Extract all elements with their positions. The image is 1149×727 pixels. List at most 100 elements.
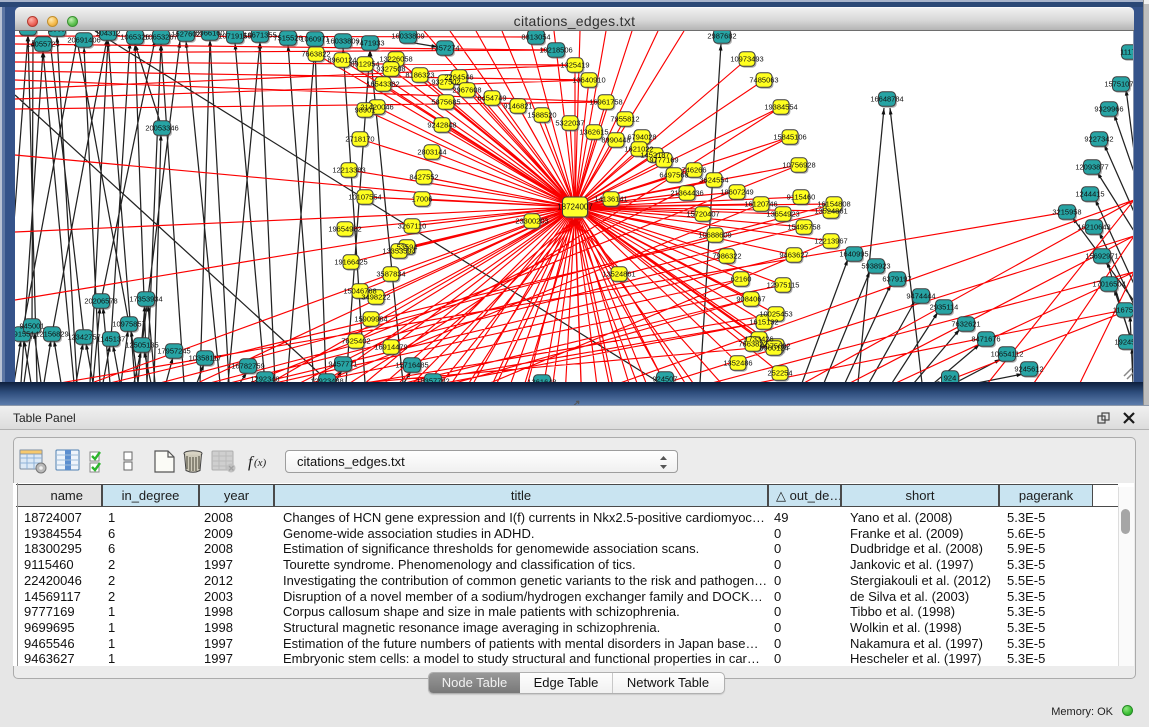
svg-text:8960124: 8960124 [759,344,788,353]
svg-text:(x): (x) [254,457,267,469]
svg-text:10688609: 10688609 [698,231,731,240]
svg-text:16671355: 16671355 [243,31,276,40]
svg-text:116753: 116753 [1113,306,1134,315]
svg-text:1145137: 1145137 [97,335,126,344]
svg-text:12093877: 12093877 [1075,163,1108,172]
svg-text:3267110: 3267110 [398,222,427,231]
svg-text:12213383: 12213383 [332,166,365,175]
svg-text:5875685: 5875685 [431,98,460,107]
svg-text:15495758: 15495758 [787,223,820,232]
svg-text:9242848: 9242848 [427,121,456,130]
svg-text:10975857: 10975857 [112,320,145,329]
svg-text:7955812: 7955812 [610,115,639,124]
svg-text:9115460: 9115460 [787,193,816,202]
svg-text:1352486: 1352486 [723,359,752,368]
svg-text:13654923: 13654923 [766,210,799,219]
svg-text:14055724: 14055724 [26,40,59,49]
svg-text:9084067: 9084067 [736,295,765,304]
svg-text:19654982: 19654982 [328,225,361,234]
svg-text:20206578: 20206578 [84,297,117,306]
svg-text:16914479: 16914479 [374,343,407,352]
svg-text:8454749: 8454749 [477,94,506,103]
svg-text:15716485: 15716485 [395,361,428,370]
svg-text:16154808: 16154808 [817,200,850,209]
svg-text:3587834: 3587834 [376,270,405,279]
svg-text:98901: 98901 [355,106,376,115]
svg-text:12156829: 12156829 [35,330,68,339]
svg-text:62160: 62160 [731,275,752,284]
svg-text:18607249: 18607249 [720,188,753,197]
svg-text:9327508: 9327508 [376,65,405,74]
svg-text:9474444: 9474444 [906,292,935,301]
svg-text:2069: 2069 [49,31,66,34]
svg-text:19218506: 19218506 [539,46,572,55]
svg-text:8912954: 8912954 [350,60,379,69]
svg-text:5938923: 5938923 [861,262,890,271]
svg-text:924: 924 [944,374,957,383]
svg-text:8813054: 8813054 [521,33,550,42]
svg-text:7485063: 7485063 [749,76,778,85]
svg-text:1292348: 1292348 [250,375,279,383]
svg-text:1325419: 1325419 [560,61,589,70]
svg-text:5322037: 5322037 [555,119,584,128]
svg-text:9463627: 9463627 [779,251,808,260]
svg-text:7632621: 7632621 [951,320,980,329]
svg-text:15909984: 15909984 [354,315,387,324]
svg-text:192450: 192450 [1114,338,1134,347]
svg-text:9329966: 9329966 [1094,105,1123,114]
svg-text:9777169: 9777169 [649,156,678,165]
svg-text:14136141: 14136141 [594,195,627,204]
svg-text:16543382: 16543382 [366,80,399,89]
svg-text:12342757: 12342757 [67,333,100,342]
svg-text:9146821: 9146821 [503,102,532,111]
svg-text:12213967: 12213967 [814,237,847,246]
svg-text:16782759: 16782759 [231,362,264,371]
svg-text:924507: 924507 [652,375,677,383]
svg-text:7986322: 7986322 [712,252,741,261]
svg-text:13524861: 13524861 [602,270,635,279]
svg-text:9227342: 9227342 [1084,135,1113,144]
svg-text:1405: 1405 [20,31,37,33]
svg-text:12975115: 12975115 [767,281,800,290]
svg-text:15751074: 15751074 [1104,80,1134,89]
svg-text:3215958: 3215958 [1052,208,1081,217]
svg-text:21364436: 21364436 [670,189,703,198]
svg-text:17006: 17006 [412,195,433,204]
svg-text:1244415: 1244415 [1075,190,1104,199]
svg-text:7357274: 7357274 [430,44,459,53]
svg-text:19166425: 19166425 [334,258,367,267]
svg-text:12505135: 12505135 [125,341,158,350]
svg-text:7471933: 7471933 [355,39,384,48]
svg-text:10358117: 10358117 [189,354,222,363]
svg-text:9245612: 9245612 [1014,365,1043,374]
svg-text:17016504: 17016504 [1092,280,1125,289]
svg-text:13640910: 13640910 [572,76,605,85]
svg-text:3498222: 3498222 [361,293,390,302]
svg-text:15720407: 15720407 [686,210,719,219]
svg-text:1640995: 1640995 [839,250,868,259]
svg-text:6794028: 6794028 [627,133,656,142]
svg-text:16648784: 16648784 [870,95,903,104]
svg-text:10973493: 10973493 [730,55,763,64]
svg-text:17957245: 17957245 [157,347,190,356]
svg-text:1588520: 1588520 [527,111,556,120]
svg-text:8990448: 8990448 [601,136,630,145]
svg-text:391551: 391551 [15,330,35,339]
svg-text:7515526: 7515526 [273,34,302,43]
svg-text:17353934: 17353934 [129,295,162,304]
svg-text:1615132: 1615132 [749,318,778,327]
svg-text:19384554: 19384554 [764,103,797,112]
svg-text:23300203: 23300203 [515,217,548,226]
svg-text:10654112: 10654112 [991,350,1024,359]
svg-text:10025453: 10025453 [759,310,792,319]
svg-text:16210643: 16210643 [1077,223,1110,232]
svg-text:104312: 104312 [95,31,120,38]
svg-text:13226058: 13226058 [379,55,412,64]
svg-text:16961758: 16961758 [589,98,622,107]
svg-text:2803144: 2803144 [417,148,446,157]
svg-text:2264546: 2264546 [444,73,473,82]
svg-text:7663822: 7663822 [301,50,330,59]
svg-text:3624554: 3624554 [699,176,728,185]
svg-text:10107554: 10107554 [348,193,381,202]
svg-text:9457771: 9457771 [328,360,357,369]
